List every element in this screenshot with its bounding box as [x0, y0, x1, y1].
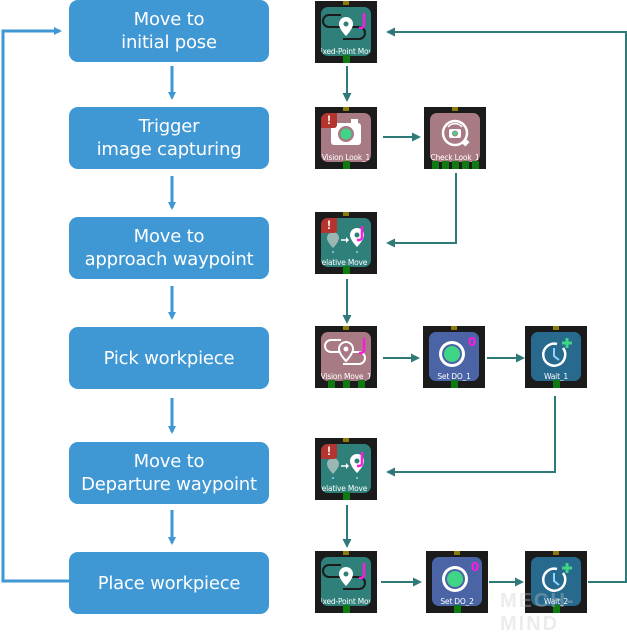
- node-vision-look-1[interactable]: ! Vision Look_1: [315, 107, 377, 169]
- link-check1-rel1: [386, 173, 457, 248]
- node-relative-move-1[interactable]: ! Relative Move_1: [315, 212, 377, 274]
- step-trigger-image-capturing: Trigger image capturing: [69, 107, 269, 169]
- output-ports[interactable]: [423, 380, 485, 388]
- fixed-point-move-icon: [322, 13, 366, 40]
- set-do-value: 0: [471, 560, 479, 574]
- output-ports[interactable]: [315, 266, 377, 274]
- wait-icon: [542, 338, 572, 367]
- node-wait-1[interactable]: Wait_1: [525, 326, 587, 388]
- node-relative-move-2[interactable]: ! Relative Move_2: [315, 438, 377, 500]
- output-ports[interactable]: [315, 55, 377, 63]
- output-ports[interactable]: [424, 161, 486, 169]
- output-ports[interactable]: [315, 161, 377, 169]
- output-ports[interactable]: [315, 492, 377, 500]
- input-port[interactable]: [553, 551, 559, 555]
- diagram-connectors: [1, 27, 627, 587]
- input-port[interactable]: [452, 107, 458, 111]
- step-place-workpiece: Place workpiece: [69, 552, 269, 614]
- input-port[interactable]: [343, 438, 349, 442]
- input-port[interactable]: [343, 326, 349, 330]
- node-set-do-1[interactable]: 0 Set DO_1: [423, 326, 485, 388]
- set-do-icon: 0: [442, 560, 479, 592]
- node-fixed-point-move-2[interactable]: Fixed-Point Move_: [315, 551, 377, 613]
- warning-badge: !: [321, 218, 337, 233]
- node-fixed-point-move-1[interactable]: Fixed-Point Move_: [315, 1, 377, 63]
- output-ports[interactable]: [426, 605, 488, 613]
- input-port[interactable]: [343, 107, 349, 111]
- warning-badge: !: [321, 444, 337, 459]
- link-wait1-rel2: [386, 396, 556, 477]
- step-move-departure-waypoint: Move to Departure waypoint: [69, 442, 269, 504]
- check-look-icon: [441, 119, 470, 147]
- input-port[interactable]: [343, 212, 349, 216]
- watermark: MECH-MIND: [500, 590, 576, 635]
- output-ports[interactable]: [315, 605, 377, 613]
- input-port[interactable]: [451, 326, 457, 330]
- node-vision-move-1[interactable]: Vision Move_1: [315, 326, 377, 388]
- input-port[interactable]: [343, 551, 349, 555]
- node-set-do-2[interactable]: 0 Set DO_2: [426, 551, 488, 613]
- warning-badge: !: [321, 113, 337, 128]
- fixed-point-move-icon: [322, 563, 366, 590]
- node-check-look-1[interactable]: Check Look_1: [424, 107, 486, 169]
- step-move-approach-waypoint: Move to approach waypoint: [69, 217, 269, 279]
- input-port[interactable]: [343, 1, 349, 5]
- set-do-icon: 0: [439, 335, 476, 367]
- output-ports[interactable]: [525, 380, 587, 388]
- step-pick-workpiece: Pick workpiece: [69, 327, 269, 389]
- flow-loop-arrow: [1, 27, 69, 583]
- step-move-initial-pose: Move to initial pose: [69, 0, 269, 62]
- output-ports[interactable]: [315, 380, 377, 388]
- vision-move-icon: [324, 338, 366, 365]
- input-port[interactable]: [553, 326, 559, 330]
- input-port[interactable]: [454, 551, 460, 555]
- set-do-value: 0: [468, 335, 476, 349]
